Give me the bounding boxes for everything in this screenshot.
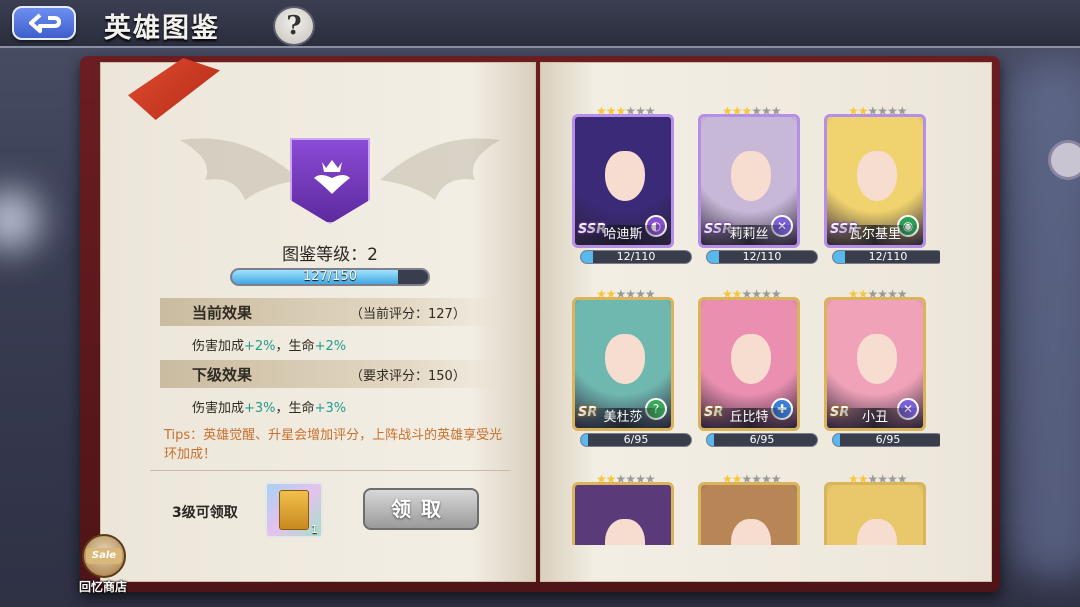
shop-label: 回忆商店 — [78, 580, 127, 594]
hp-bonus-value: +2% — [314, 339, 347, 354]
current-effect-title: 当前效果 — [192, 304, 253, 322]
hero-progress: 6/95 — [832, 433, 940, 447]
hero-card[interactable]: ★★★★★★SR✕小丑6/95 — [822, 285, 940, 447]
codex-level-label: 图鉴等级：2 — [282, 245, 378, 265]
hero-card[interactable]: ★★★★★★ — [696, 470, 802, 545]
question-icon: ? — [286, 11, 302, 41]
back-arrow-icon — [29, 13, 61, 33]
hero-face — [731, 334, 771, 384]
hero-portrait — [572, 482, 674, 545]
codex-level-text: 127/150 — [302, 269, 357, 284]
effect-label: 伤害加成 — [192, 401, 245, 416]
hero-progress: 12/110 — [580, 250, 692, 264]
hero-card[interactable]: ★★★★★★SSR◉瓦尔基里12/110 — [822, 102, 940, 264]
hero-progress: 12/110 — [832, 250, 940, 264]
next-effect-text: 伤害加成+3%，生命+3% — [192, 397, 346, 416]
hero-card[interactable]: ★★★★★★SR?美杜莎6/95 — [570, 285, 692, 447]
hp-bonus-value: +3% — [314, 401, 347, 416]
current-effect-text: 伤害加成+2%，生命+2% — [192, 335, 346, 354]
hero-name: 莉莉丝 — [701, 225, 797, 245]
hero-face — [605, 151, 645, 201]
effect-label: ，生命 — [275, 401, 315, 416]
tips-text: Tips：英雄觉醒、升星会增加评分，上阵战斗的英雄享受光环加成！ — [164, 428, 503, 462]
hero-portrait: SSR◉瓦尔基里 — [824, 114, 926, 248]
hero-portrait: SR✕小丑 — [824, 297, 926, 431]
wing-decoration-icon — [380, 138, 500, 200]
next-effect-header: 下级效果 （要求评分：150） — [160, 360, 500, 388]
hero-card[interactable]: ★★★★★★SSR✕莉莉丝12/110 — [696, 102, 818, 264]
hero-name: 美杜莎 — [575, 408, 671, 428]
hero-name: 小丑 — [827, 408, 923, 428]
hero-progress-text: 12/110 — [868, 250, 908, 263]
hero-grid: ★★★★★★ SSR◐哈迪斯 12/110 ★★★★★★ SSR✕莉莉丝 12/110 ★★… — [560, 100, 940, 545]
hero-progress-text: 6/95 — [749, 433, 775, 446]
hero-progress-text: 6/95 — [875, 433, 901, 446]
wing-decoration-icon — [180, 138, 300, 200]
background-pillar — [1010, 60, 1080, 580]
hero-progress: 6/95 — [580, 433, 692, 447]
damage-bonus-value: +3% — [244, 401, 276, 416]
hero-face — [605, 334, 645, 384]
current-effect-header: 当前效果 （当前评分：127） — [160, 298, 500, 326]
hero-progress-text: 12/110 — [742, 250, 782, 263]
page-title: 英雄图鉴 — [104, 13, 220, 44]
hero-portrait — [698, 482, 800, 545]
effect-label: 伤害加成 — [192, 339, 245, 354]
hero-name: 瓦尔基里 — [827, 225, 923, 245]
hero-portrait: SR?美杜莎 — [572, 297, 674, 431]
hero-face — [857, 334, 897, 384]
hero-progress: 12/110 — [706, 250, 818, 264]
side-scroll-button[interactable] — [1048, 140, 1080, 180]
divider — [150, 470, 510, 471]
current-score: （当前评分：127） — [350, 307, 466, 322]
reward-label: 3级可领取 — [172, 505, 238, 521]
effect-label: ，生命 — [275, 339, 315, 354]
hero-card[interactable]: ★★★★★★SR✚丘比特6/95 — [696, 285, 818, 447]
card-pack-icon — [279, 490, 309, 530]
required-score: （要求评分：150） — [350, 369, 466, 384]
hero-portrait: SR✚丘比特 — [698, 297, 800, 431]
hero-progress-text: 12/110 — [616, 250, 656, 263]
crown-wings-icon — [314, 160, 350, 194]
reward-count: 1 — [311, 523, 318, 536]
next-effect-title: 下级效果 — [192, 366, 253, 384]
hero-face — [857, 151, 897, 201]
top-bar: 英雄图鉴 ? — [0, 0, 1080, 48]
claim-button[interactable]: 领取 — [363, 488, 479, 530]
background-light — [0, 190, 40, 250]
hero-card[interactable]: ★★★★★★ — [570, 470, 676, 545]
hero-name: 哈迪斯 — [575, 225, 671, 245]
hero-progress: 6/95 — [706, 433, 818, 447]
sale-tag: Sale — [86, 548, 122, 564]
reward-item[interactable]: 1 — [265, 482, 323, 538]
hero-progress-text: 6/95 — [623, 433, 649, 446]
memory-shop-button[interactable]: Sale 回忆商店 — [72, 534, 134, 598]
hero-name: 丘比特 — [701, 408, 797, 428]
back-button[interactable] — [12, 6, 76, 40]
hero-card[interactable]: ★★★★★★ — [822, 470, 928, 545]
hero-portrait — [824, 482, 926, 545]
damage-bonus-value: +2% — [244, 339, 276, 354]
hero-portrait: SSR◐哈迪斯 — [572, 114, 674, 248]
hero-card[interactable]: ★★★★★★SSR◐哈迪斯12/110 — [570, 102, 692, 264]
hero-portrait: SSR✕莉莉丝 — [698, 114, 800, 248]
hero-face — [731, 151, 771, 201]
codex-level-progress: 127/150 — [230, 268, 430, 286]
help-button[interactable]: ? — [273, 6, 315, 46]
